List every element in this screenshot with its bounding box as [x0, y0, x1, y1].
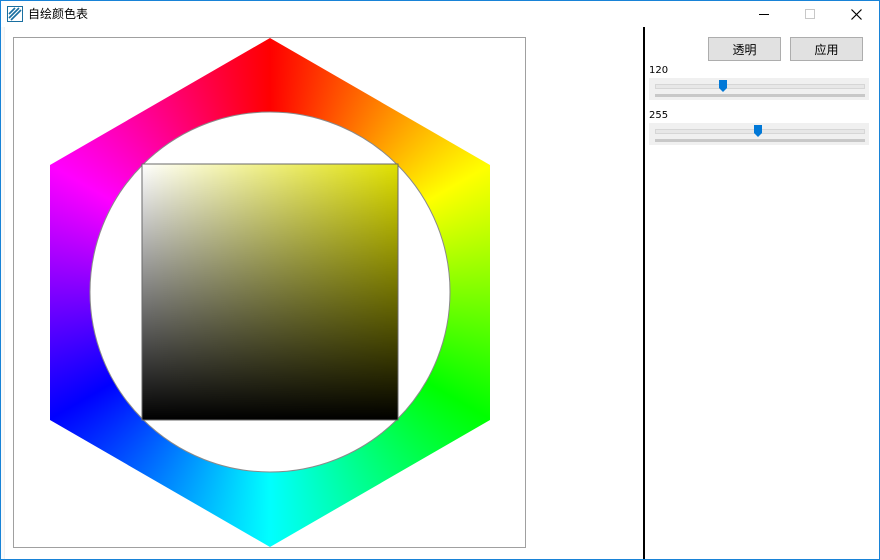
slider-2-ticks	[655, 139, 865, 142]
left-edge-strip	[1, 27, 5, 559]
slider-1-ticks	[655, 94, 865, 97]
color-wheel-svg	[50, 38, 490, 547]
maximize-icon	[805, 9, 815, 19]
apply-button[interactable]: 应用	[790, 37, 863, 61]
slider-2-value: 255	[649, 110, 669, 121]
app-palette-icon	[7, 6, 23, 22]
maximize-button[interactable]	[787, 1, 833, 27]
slider-1-thumb[interactable]	[719, 80, 727, 92]
minimize-icon	[759, 14, 769, 15]
minimize-button[interactable]	[741, 1, 787, 27]
saturation-value-square[interactable]	[141, 163, 399, 421]
close-icon	[850, 8, 862, 20]
client-area: 透明 应用 120 255	[1, 27, 879, 559]
side-panel: 透明 应用 120 255	[645, 27, 879, 559]
close-button[interactable]	[833, 1, 879, 27]
slider-2[interactable]	[649, 123, 869, 145]
slider-1[interactable]	[649, 78, 869, 100]
app-window: 自绘颜色表 透明 应用 120 255	[0, 0, 880, 560]
transparent-button[interactable]: 透明	[708, 37, 781, 61]
slider-2-thumb[interactable]	[754, 125, 762, 137]
color-wheel-canvas[interactable]	[13, 37, 526, 548]
window-title: 自绘颜色表	[28, 7, 89, 21]
slider-1-value: 120	[649, 65, 669, 76]
title-bar[interactable]: 自绘颜色表	[1, 1, 879, 27]
slider-1-track	[655, 84, 865, 89]
